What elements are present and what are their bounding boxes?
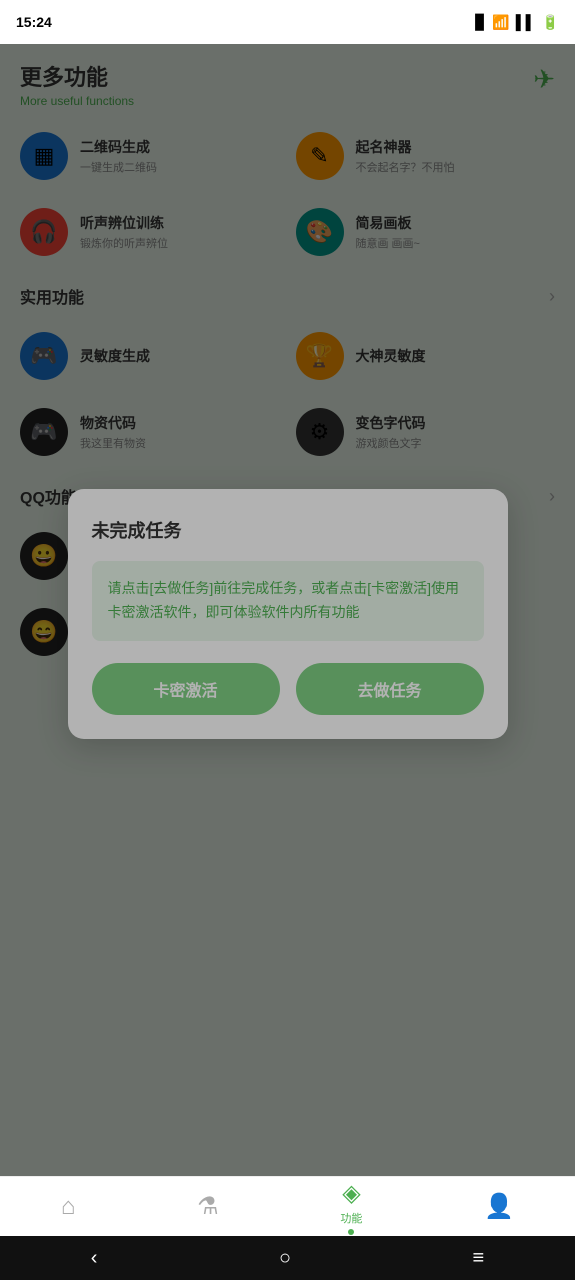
home-button[interactable]: ○	[263, 1243, 307, 1274]
main-content: 更多功能 More useful functions ✈ ▦ 二维码生成 一键生…	[0, 44, 575, 1184]
nav-item-user[interactable]: 👤	[484, 1192, 514, 1221]
status-icons: ▊ 📶 ▌▌ 🔋	[476, 14, 560, 31]
dialog: 未完成任务 请点击[去做任务]前往完成任务，或者点击[卡密激活]使用卡密激活软件…	[68, 489, 508, 739]
back-button[interactable]: ‹	[75, 1243, 114, 1274]
system-nav-bar: ‹ ○ ≡	[0, 1236, 575, 1280]
status-time: 15:24	[16, 14, 52, 30]
do-task-button[interactable]: 去做任务	[296, 663, 484, 715]
func-nav-label: 功能	[340, 1210, 362, 1226]
home-icon: ⌂	[61, 1193, 76, 1221]
wifi-icon: 📶	[492, 14, 509, 31]
dialog-title: 未完成任务	[92, 517, 484, 543]
user-icon: 👤	[484, 1192, 514, 1221]
active-dot	[348, 1229, 354, 1235]
dialog-message-box: 请点击[去做任务]前往完成任务，或者点击[卡密激活]使用卡密激活软件，即可体验软…	[92, 561, 484, 641]
nav-item-home[interactable]: ⌂	[61, 1193, 76, 1221]
signal-icon: ▊	[476, 14, 487, 31]
menu-button[interactable]: ≡	[457, 1243, 501, 1274]
dialog-message: 请点击[去做任务]前往完成任务，或者点击[卡密激活]使用卡密激活软件，即可体验软…	[108, 577, 468, 625]
activate-button[interactable]: 卡密激活	[92, 663, 280, 715]
dialog-buttons: 卡密激活 去做任务	[92, 663, 484, 715]
status-bar: 15:24 ▊ 📶 ▌▌ 🔋	[0, 0, 575, 44]
func-icon-nav: ◈	[342, 1179, 360, 1208]
nav-item-lab[interactable]: ⚗	[197, 1192, 219, 1221]
battery-icon: 🔋	[542, 14, 559, 31]
nav-item-func[interactable]: ◈ 功能	[340, 1179, 362, 1235]
dialog-overlay: 未完成任务 请点击[去做任务]前往完成任务，或者点击[卡密激活]使用卡密激活软件…	[0, 44, 575, 1184]
network-icon: ▌▌	[516, 14, 536, 30]
lab-icon: ⚗	[197, 1192, 219, 1221]
bottom-nav: ⌂ ⚗ ◈ 功能 👤	[0, 1176, 575, 1236]
